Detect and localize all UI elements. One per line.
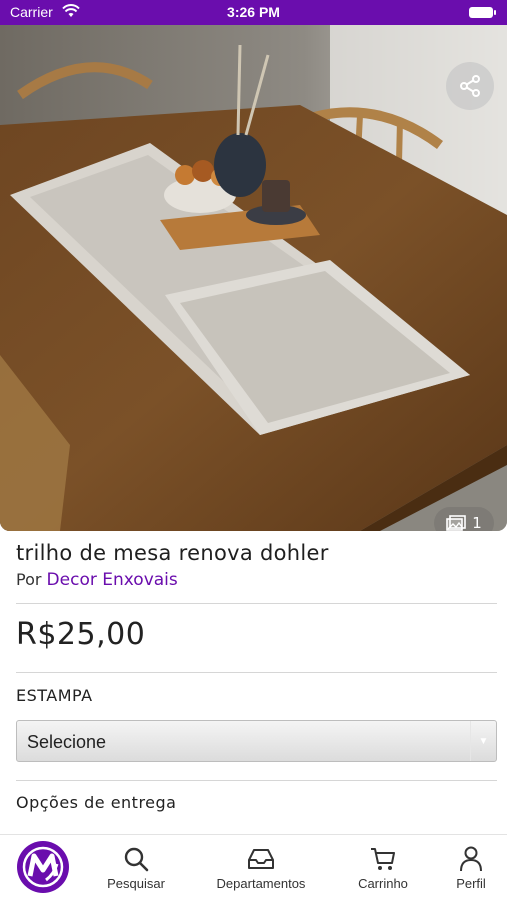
tab-departments[interactable]: Departamentos xyxy=(205,835,317,900)
share-icon xyxy=(458,74,482,98)
photo-count: 1 xyxy=(472,514,482,531)
tab-cart[interactable]: Carrinho xyxy=(348,835,418,900)
share-button[interactable] xyxy=(446,62,494,110)
cart-icon xyxy=(370,845,396,873)
tab-profile[interactable]: Perfil xyxy=(446,835,496,900)
divider xyxy=(16,672,497,673)
tab-bar: Pesquisar Departamentos Carrinho Perfil xyxy=(0,834,507,900)
brand-logo-icon xyxy=(16,840,70,897)
product-image[interactable]: 1 xyxy=(0,25,507,531)
product-price: R$25,00 xyxy=(16,617,146,652)
seller-line: Por Decor Enxovais xyxy=(16,570,178,590)
user-icon xyxy=(459,845,483,873)
clock: 3:26 PM xyxy=(227,4,280,20)
tab-home[interactable] xyxy=(12,835,74,900)
product-title: trilho de mesa renova dohler xyxy=(16,541,329,565)
gallery-icon xyxy=(446,515,467,531)
tab-search[interactable]: Pesquisar xyxy=(96,835,176,900)
variant-select-value: Selecione xyxy=(27,732,107,752)
inbox-icon xyxy=(247,845,275,873)
tab-departments-label: Departamentos xyxy=(216,876,306,891)
divider xyxy=(16,603,497,604)
tab-cart-label: Carrinho xyxy=(358,876,408,891)
product-photo xyxy=(0,25,507,531)
delivery-options-link[interactable]: Opções de entrega xyxy=(16,793,176,812)
seller-prefix: Por xyxy=(16,570,42,589)
chevron-down-icon: ▼ xyxy=(470,721,496,761)
seller-link[interactable]: Decor Enxovais xyxy=(47,570,178,590)
divider xyxy=(16,780,497,781)
status-bar: Carrier 3:26 PM xyxy=(0,0,507,25)
battery-icon xyxy=(469,7,496,18)
search-icon xyxy=(123,845,149,873)
tab-profile-label: Perfil xyxy=(456,876,486,891)
tab-search-label: Pesquisar xyxy=(107,876,165,891)
variant-label: ESTAMPA xyxy=(16,686,93,705)
variant-select[interactable]: Selecione ▼ xyxy=(16,720,497,762)
photo-count-badge[interactable]: 1 xyxy=(434,507,494,531)
